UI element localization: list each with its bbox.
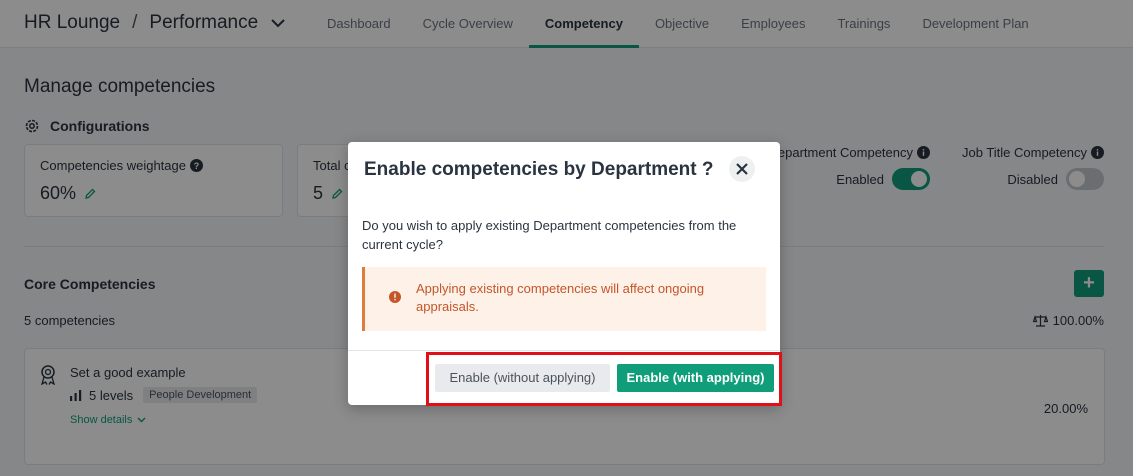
- warning-info-icon: [389, 291, 401, 303]
- warning-banner: Applying existing competencies will affe…: [362, 267, 766, 331]
- dialog-message: Do you wish to apply existing Department…: [362, 218, 737, 252]
- dialog-title: Enable competencies by Department ?: [364, 159, 714, 180]
- dialog-footer-divider: [348, 350, 780, 351]
- close-button[interactable]: [729, 156, 755, 182]
- close-icon: [736, 163, 748, 175]
- warning-text: Applying existing competencies will affe…: [416, 281, 705, 314]
- highlight-annotation: [426, 352, 782, 406]
